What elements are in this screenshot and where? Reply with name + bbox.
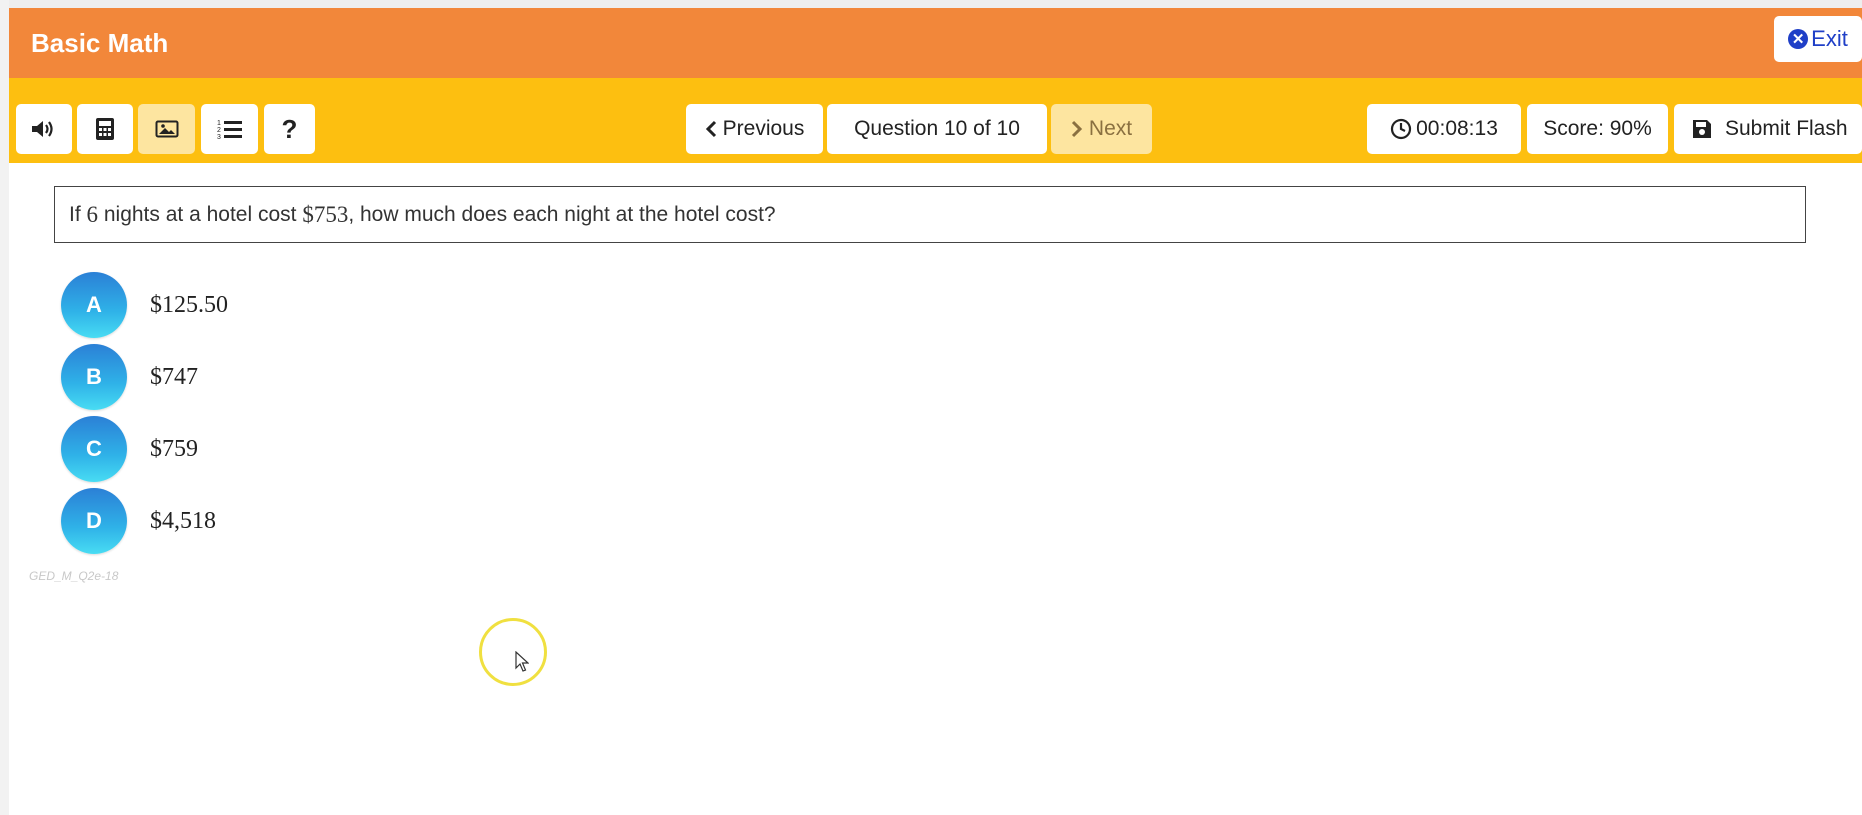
timer-display: 00:08:13 [1367, 104, 1521, 154]
choice-text-c[interactable]: $759 [150, 436, 198, 463]
speaker-icon [30, 118, 58, 140]
clock-icon [1390, 118, 1412, 140]
app-title: Basic Math [31, 28, 169, 58]
choice-bubble-a[interactable]: A [61, 272, 127, 338]
timer-text: 00:08:13 [1416, 117, 1498, 140]
exit-label: Exit [1811, 26, 1848, 51]
choice-text-d[interactable]: $4,518 [150, 508, 216, 535]
exit-button[interactable]: ✕ Exit [1774, 16, 1862, 62]
save-icon [1692, 119, 1712, 139]
list-button[interactable]: 1 2 3 [201, 104, 258, 154]
calculator-button[interactable] [77, 104, 133, 154]
submit-flash-button[interactable]: Submit Flash [1674, 104, 1862, 154]
cursor-highlight-ring [479, 618, 547, 686]
submit-label: Submit Flash [1725, 117, 1848, 140]
svg-text:1: 1 [217, 120, 221, 127]
answer-choice-c[interactable]: C $759 [61, 416, 198, 482]
choice-bubble-c[interactable]: C [61, 416, 127, 482]
previous-label: Previous [722, 117, 805, 140]
score-text: Score: 90% [1543, 117, 1652, 140]
next-label: Next [1088, 117, 1133, 140]
question-counter-text: Question 10 of 10 [854, 117, 1020, 140]
audio-button[interactable] [16, 104, 72, 154]
previous-button[interactable]: Previous [686, 104, 823, 154]
help-button[interactable]: ? [264, 104, 315, 154]
answer-choice-a[interactable]: A $125.50 [61, 272, 228, 338]
app-window: Basic Math ✕ Exit 1 2 3 ? Previous Quest… [9, 8, 1862, 815]
question-text-end: , how much does each night at the hotel … [348, 202, 776, 226]
mouse-pointer-icon [515, 650, 530, 678]
choice-text-b[interactable]: $747 [150, 364, 198, 391]
header-bar: Basic Math ✕ Exit [9, 8, 1862, 78]
question-icon: ? [281, 113, 298, 144]
chevron-right-icon [1071, 120, 1083, 138]
answer-choice-b[interactable]: B $747 [61, 344, 198, 410]
question-counter: Question 10 of 10 [827, 104, 1047, 154]
svg-text:2: 2 [217, 127, 221, 134]
question-nights-value: 6 [86, 201, 99, 227]
toolbar: 1 2 3 ? Previous Question 10 of 10 Next … [9, 78, 1862, 163]
next-button[interactable]: Next [1051, 104, 1152, 154]
window-top-edge [0, 0, 1862, 8]
window-left-edge [0, 0, 9, 815]
image-icon [155, 119, 179, 139]
question-id: GED_M_Q2e-18 [29, 569, 119, 583]
question-text-middle: nights at a hotel cost [98, 202, 303, 226]
numbered-list-icon: 1 2 3 [217, 118, 243, 140]
score-display: Score: 90% [1527, 104, 1668, 154]
question-stem: If 6 nights at a hotel cost $753 , how m… [54, 186, 1806, 243]
chevron-left-icon [705, 120, 717, 138]
answer-choice-d[interactable]: D $4,518 [61, 488, 216, 554]
question-text-start: If [69, 202, 87, 226]
choice-bubble-d[interactable]: D [61, 488, 127, 554]
calculator-icon [95, 117, 115, 141]
question-cost-value: $753 [302, 201, 349, 227]
svg-text:3: 3 [217, 134, 221, 140]
choice-text-a[interactable]: $125.50 [150, 292, 228, 319]
choice-bubble-b[interactable]: B [61, 344, 127, 410]
image-button[interactable] [138, 104, 195, 154]
close-circle-icon: ✕ [1788, 29, 1809, 49]
